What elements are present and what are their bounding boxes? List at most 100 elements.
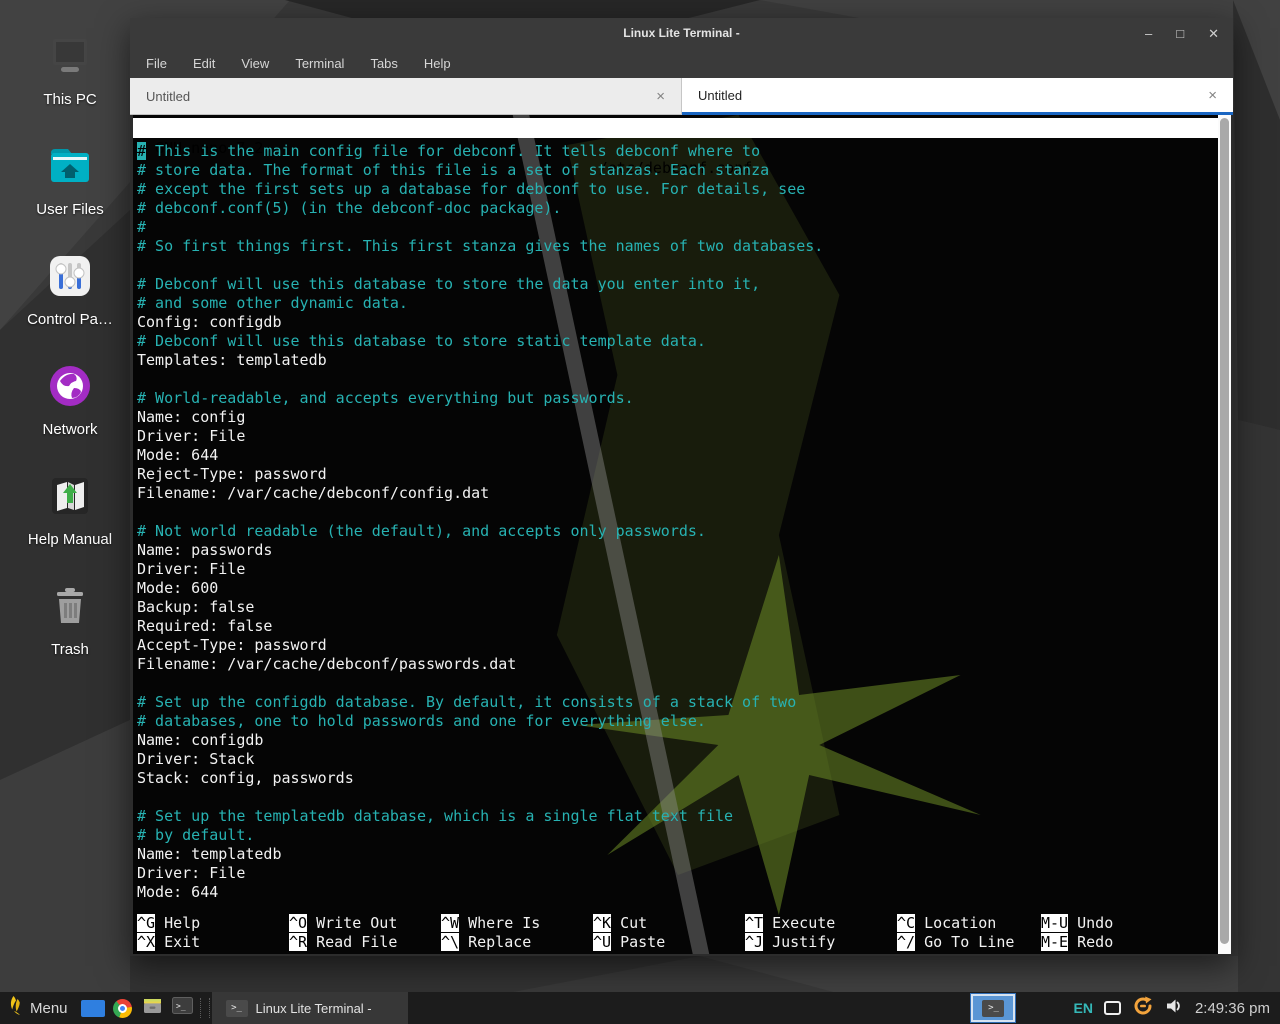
nano-line: Driver: File	[137, 427, 1217, 446]
nano-titlebar: GNU nano 7.2 /etc/debconf.conf	[133, 118, 1218, 138]
nano-line: Driver: File	[137, 560, 1217, 579]
nano-line: Name: config	[137, 408, 1217, 427]
this-pc-icon	[44, 30, 96, 82]
nano-cursor: #	[137, 142, 146, 160]
maximize-button[interactable]: □	[1176, 27, 1184, 40]
menu-view[interactable]: View	[241, 56, 269, 71]
tab-close-icon[interactable]: ×	[1208, 87, 1217, 104]
minimize-button[interactable]: –	[1145, 27, 1152, 40]
control-panel-icon	[44, 250, 96, 302]
menu-edit[interactable]: Edit	[193, 56, 215, 71]
shortcut-column: ^O Write Out^R Read File	[289, 914, 441, 952]
nano-line: Reject-Type: password	[137, 465, 1217, 484]
nano-shortcut-bar: ^G Help^X Exit^O Write Out^R Read File^W…	[137, 914, 1217, 952]
linux-lite-logo-icon	[8, 995, 23, 1021]
shortcut-column: ^C Location^/ Go To Line	[897, 914, 1041, 952]
nano-shortcut: ^T Execute	[745, 914, 897, 933]
window-controls: – □ ✕	[1145, 18, 1219, 48]
workspace-switcher[interactable]: >_	[971, 994, 1015, 1022]
chrome-browser-icon	[113, 999, 132, 1018]
start-menu-button[interactable]: Menu	[0, 992, 78, 1024]
nano-line: Mode: 644	[137, 883, 1217, 902]
desktop-icon-label: Control Pa…	[27, 311, 113, 328]
desktop-icon-help-manual[interactable]: Help Manual	[10, 470, 130, 580]
window-titlebar[interactable]: Linux Lite Terminal - – □ ✕	[130, 18, 1233, 48]
menu-tabs[interactable]: Tabs	[370, 56, 397, 71]
nano-line: Name: configdb	[137, 731, 1217, 750]
nano-buffer: # This is the main config file for debco…	[137, 142, 1217, 902]
tab-untitled-2[interactable]: Untitled ×	[682, 78, 1233, 115]
taskbar-separator	[200, 998, 210, 1018]
scrollbar-thumb[interactable]	[1220, 118, 1229, 944]
taskbar-clock[interactable]: 2:49:36 pm	[1195, 1000, 1270, 1017]
taskbar: Menu >_ >_ Linux Lite Terminal -	[0, 992, 1280, 1024]
taskbar-task-button[interactable]: >_ Linux Lite Terminal -	[212, 992, 408, 1024]
nano-line: # This is the main config file for debco…	[137, 142, 1217, 161]
desktop-icon-control-panel[interactable]: Control Pa…	[10, 250, 130, 360]
nano-line: Name: passwords	[137, 541, 1217, 560]
nano-line	[137, 674, 1217, 693]
nano-shortcut: ^K Cut	[593, 914, 745, 933]
nano-line: Filename: /var/cache/debconf/config.dat	[137, 484, 1217, 503]
nano-line: Filename: /var/cache/debconf/passwords.d…	[137, 655, 1217, 674]
nano-line: # Set up the configdb database. By defau…	[137, 693, 1217, 712]
nano-line: # debconf.conf(5) (in the debconf-doc pa…	[137, 199, 1217, 218]
desktop-icon-this-pc[interactable]: This PC	[10, 30, 130, 140]
nano-line: # Set up the templatedb database, which …	[137, 807, 1217, 826]
desktop-icon-label: Help Manual	[28, 531, 112, 548]
nano-shortcut: ^J Justify	[745, 933, 897, 952]
keyboard-layout-indicator[interactable]: EN	[1073, 1000, 1092, 1016]
terminal-scrollbar[interactable]	[1218, 115, 1231, 954]
window-title: Linux Lite Terminal -	[623, 26, 739, 40]
terminal-viewport[interactable]: GNU nano 7.2 /etc/debconf.conf # This is…	[133, 115, 1231, 954]
nano-line: # store data. The format of this file is…	[137, 161, 1217, 180]
nano-line: # Not world readable (the default), and …	[137, 522, 1217, 541]
nano-line: # So first things first. This first stan…	[137, 237, 1217, 256]
terminal-window: Linux Lite Terminal - – □ ✕ File Edit View…	[130, 18, 1233, 956]
nano-line	[137, 503, 1217, 522]
file-manager-icon	[81, 1000, 105, 1017]
svg-text:>_: >_	[176, 1002, 186, 1011]
nano-line: Name: templatedb	[137, 845, 1217, 864]
desktop-icon-network[interactable]: Network	[10, 360, 130, 470]
desktop-icon-label: User Files	[36, 201, 104, 218]
shortcut-column: M-U UndoM-E Redo	[1041, 914, 1217, 952]
archive-manager-icon	[142, 996, 163, 1021]
nano-line	[137, 370, 1217, 389]
tab-close-icon[interactable]: ×	[656, 88, 665, 105]
nano-shortcut: ^G Help	[137, 914, 289, 933]
desktop-icon-user-files[interactable]: User Files	[10, 140, 130, 250]
volume-icon[interactable]	[1165, 997, 1184, 1020]
launcher-chrome[interactable]	[108, 992, 138, 1024]
menu-help[interactable]: Help	[424, 56, 451, 71]
tab-untitled-1[interactable]: Untitled ×	[130, 78, 682, 115]
nano-shortcut: ^W Where Is	[441, 914, 593, 933]
menu-file[interactable]: File	[146, 56, 167, 71]
desktop-icon-label: This PC	[43, 91, 96, 108]
launcher-terminal[interactable]: >_	[168, 992, 198, 1024]
desktop-icon-trash[interactable]: Trash	[10, 580, 130, 690]
nano-line: Driver: File	[137, 864, 1217, 883]
task-terminal-icon: >_	[226, 1000, 248, 1017]
menu-terminal[interactable]: Terminal	[295, 56, 344, 71]
nano-shortcut: ^O Write Out	[289, 914, 441, 933]
clipboard-icon[interactable]	[1104, 1001, 1121, 1015]
launcher-file-manager[interactable]	[78, 992, 108, 1024]
trash-icon	[44, 580, 96, 632]
tab-bar: Untitled × Untitled ×	[130, 78, 1233, 115]
network-icon	[44, 360, 96, 412]
nano-line: # except the first sets up a database fo…	[137, 180, 1217, 199]
nano-line: Accept-Type: password	[137, 636, 1217, 655]
shortcut-column: ^G Help^X Exit	[137, 914, 289, 952]
nano-line	[137, 256, 1217, 275]
nano-line: Stack: config, passwords	[137, 769, 1217, 788]
nano-line: Config: configdb	[137, 313, 1217, 332]
nano-line: Mode: 600	[137, 579, 1217, 598]
close-button[interactable]: ✕	[1208, 27, 1219, 40]
nano-line: # databases, one to hold passwords and o…	[137, 712, 1217, 731]
update-notifier-icon[interactable]	[1132, 995, 1154, 1022]
launcher-archive[interactable]	[138, 992, 168, 1024]
shortcut-column: ^W Where Is^\ Replace	[441, 914, 593, 952]
system-tray: EN 2:49:36 pm	[1073, 995, 1280, 1022]
nano-line: Required: false	[137, 617, 1217, 636]
